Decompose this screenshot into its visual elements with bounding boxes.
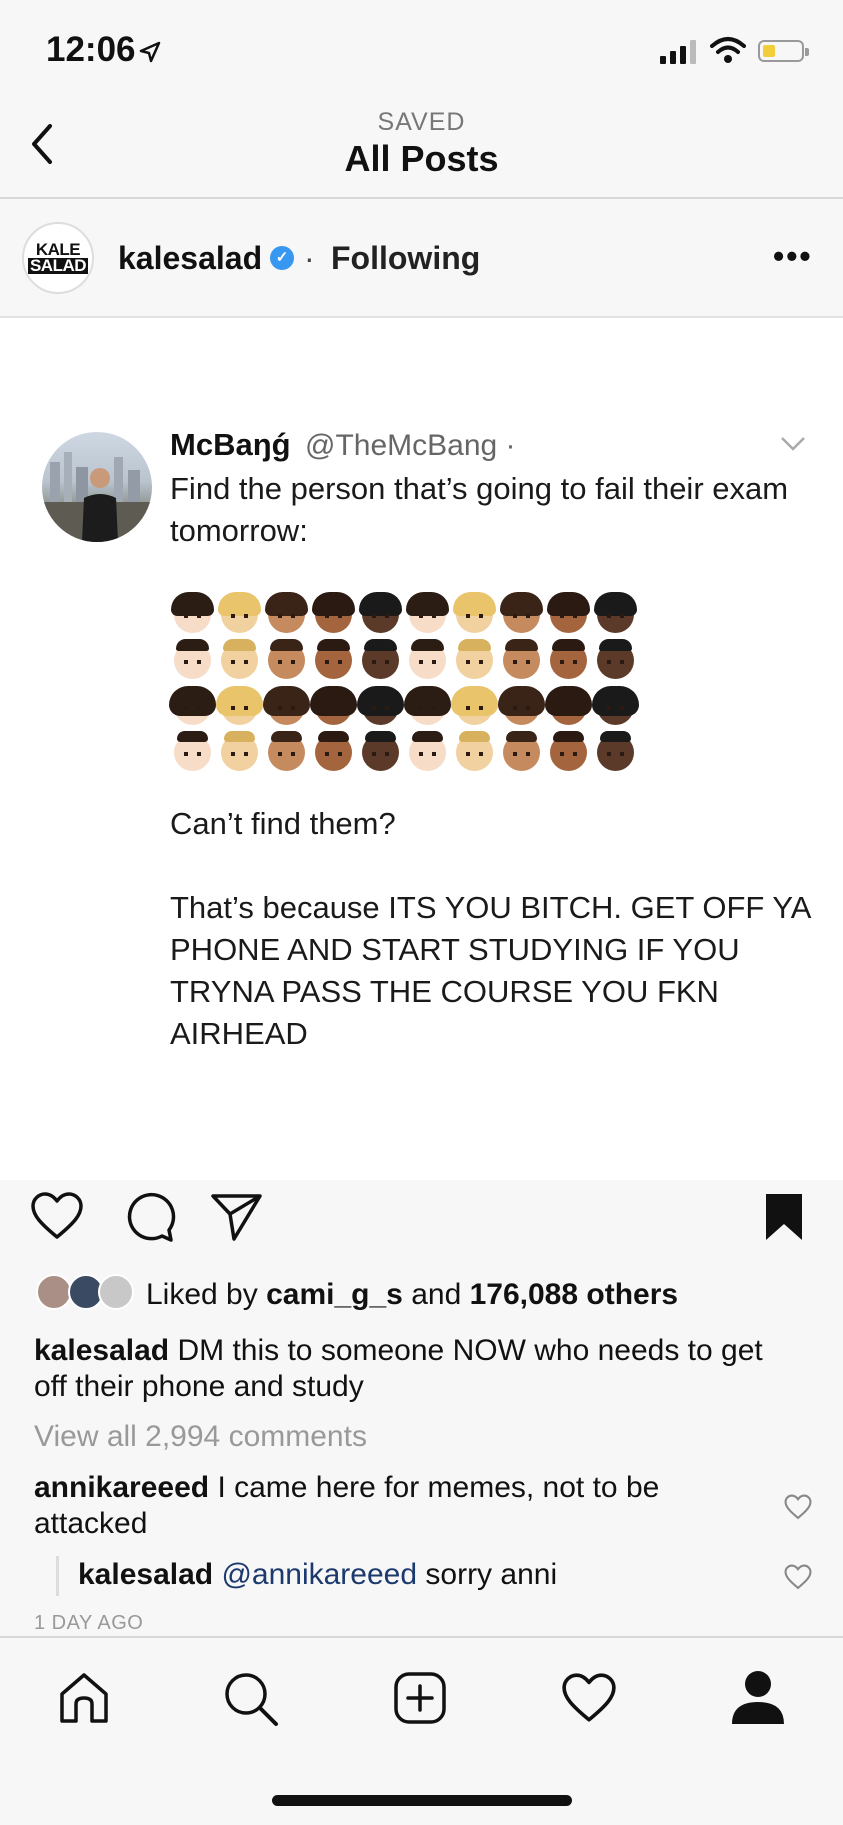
emoji-face <box>545 686 592 725</box>
emoji-face <box>268 639 305 679</box>
reply-thread-line <box>56 1556 59 1596</box>
emoji-face <box>550 731 587 771</box>
emoji-face <box>503 731 540 771</box>
emoji-face <box>362 731 399 771</box>
emoji-face <box>453 592 496 633</box>
emoji-face <box>500 592 543 633</box>
separator-dot: · <box>304 240 315 276</box>
emoji-face <box>409 639 446 679</box>
emoji-face <box>498 686 545 725</box>
emoji-face <box>315 731 352 771</box>
comment: annikareeed I came here for memes, not t… <box>34 1470 734 1542</box>
emoji-face <box>359 592 402 633</box>
emoji-face <box>550 639 587 679</box>
emoji-face <box>451 686 498 725</box>
caption-user[interactable]: kalesalad <box>34 1334 169 1367</box>
comment-user[interactable]: annikareeed <box>34 1471 209 1504</box>
likes-summary[interactable]: Liked by cami_g_s and 176,088 others <box>146 1278 678 1312</box>
emoji-face <box>409 731 446 771</box>
emoji-face <box>456 731 493 771</box>
home-indicator[interactable] <box>272 1795 572 1806</box>
share-icon[interactable] <box>210 1192 264 1242</box>
emoji-face <box>357 686 404 725</box>
emoji-face <box>503 639 540 679</box>
comment-like-heart-icon[interactable] <box>784 1494 812 1520</box>
emoji-face <box>597 731 634 771</box>
tweet-text-question: Can’t find them? <box>170 806 396 841</box>
tweet-text-prompt: Find the person that’s going to fail the… <box>170 471 789 548</box>
emoji-face <box>218 592 261 633</box>
emoji-face <box>592 686 639 725</box>
emoji-face <box>406 592 449 633</box>
emoji-face <box>268 731 305 771</box>
more-icon[interactable]: ••• <box>773 238 813 275</box>
emoji-face <box>174 639 211 679</box>
chevron-down-icon <box>781 437 805 451</box>
logo-text-salad: SALAD <box>27 256 89 275</box>
emoji-face <box>265 592 308 633</box>
emoji-face <box>594 592 637 633</box>
reply-comment: kalesalad @annikareeed sorry anni <box>78 1558 557 1592</box>
emoji-face <box>169 686 216 725</box>
verified-badge-icon: ✓ <box>270 246 294 270</box>
likes-mid: and <box>411 1278 462 1311</box>
search-icon[interactable] <box>222 1670 280 1728</box>
following-button[interactable]: Following <box>331 240 480 277</box>
tweet-text-punchline: That’s because ITS YOU BITCH. GET OFF YA… <box>170 890 810 1051</box>
status-time: 12:06 <box>46 30 136 69</box>
emoji-face <box>362 639 399 679</box>
emoji-face <box>216 686 263 725</box>
emoji-face <box>221 731 258 771</box>
liker-avatar[interactable] <box>98 1274 134 1310</box>
heart-icon[interactable] <box>30 1191 84 1241</box>
account-name[interactable]: kalesalad <box>118 240 262 277</box>
emoji-face <box>456 639 493 679</box>
likes-user[interactable]: cami_g_s <box>266 1278 403 1311</box>
emoji-grid <box>169 592 640 776</box>
emoji-face <box>315 639 352 679</box>
emoji-face <box>171 592 214 633</box>
page-title: All Posts <box>344 138 499 179</box>
add-post-icon[interactable] <box>392 1670 448 1726</box>
caption: kalesalad DM this to someone NOW who nee… <box>34 1333 794 1405</box>
home-icon[interactable] <box>56 1670 112 1726</box>
emoji-face <box>174 731 211 771</box>
nav-subtitle: SAVED <box>377 108 466 136</box>
tweet-avatar <box>42 432 152 542</box>
liker-avatar[interactable] <box>36 1274 72 1310</box>
tweet-author-handle: @TheMcBang · <box>305 429 516 462</box>
likes-count[interactable]: 176,088 others <box>470 1278 678 1311</box>
emoji-face <box>221 639 258 679</box>
bookmark-icon[interactable] <box>764 1192 804 1242</box>
emoji-face <box>312 592 355 633</box>
profile-icon[interactable] <box>730 1668 786 1726</box>
reply-mention[interactable]: @annikareeed <box>221 1558 417 1591</box>
view-all-comments-link[interactable]: View all 2,994 comments <box>34 1420 367 1454</box>
emoji-face <box>597 639 634 679</box>
activity-heart-icon[interactable] <box>561 1672 617 1724</box>
emoji-face <box>310 686 357 725</box>
comment-like-heart-icon[interactable] <box>784 1564 812 1590</box>
battery-icon <box>758 40 809 62</box>
divider <box>0 197 843 199</box>
location-arrow-icon <box>139 41 161 63</box>
wifi-icon <box>710 37 746 63</box>
comment-icon[interactable] <box>122 1192 176 1244</box>
emoji-face <box>404 686 451 725</box>
tweet-author-name: McBaŋǵ <box>170 427 291 462</box>
emoji-face <box>263 686 310 725</box>
likes-prefix: Liked by <box>146 1278 258 1311</box>
reply-user[interactable]: kalesalad <box>78 1558 213 1591</box>
signal-icon <box>660 40 696 64</box>
account-avatar[interactable]: KALE SALAD <box>22 222 94 294</box>
emoji-face <box>547 592 590 633</box>
post-timestamp: 1 DAY AGO <box>34 1612 144 1634</box>
reply-text: sorry anni <box>425 1558 558 1591</box>
